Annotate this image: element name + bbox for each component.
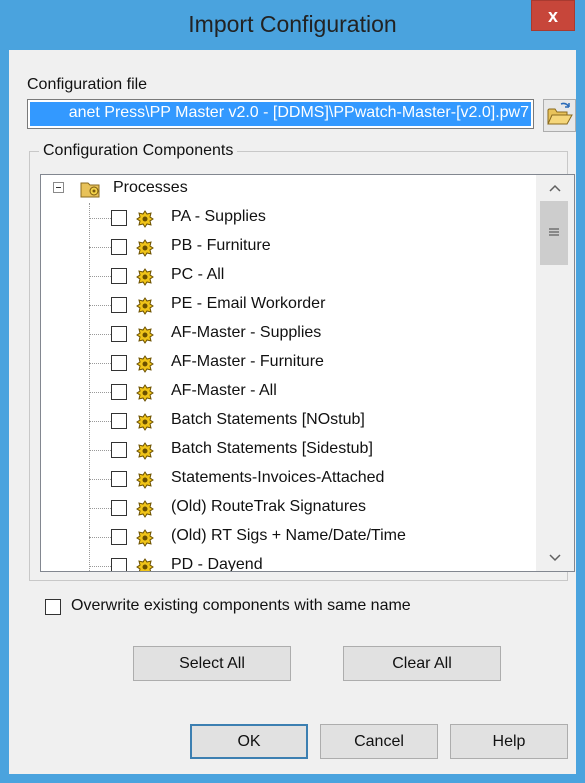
- process-gear-icon: [136, 355, 154, 373]
- scroll-thumb[interactable]: [540, 201, 568, 265]
- item-checkbox[interactable]: [111, 326, 127, 342]
- close-button[interactable]: x: [531, 0, 575, 31]
- item-label: Statements-Invoices-Attached: [171, 469, 385, 486]
- item-label: PA - Supplies: [171, 208, 266, 225]
- tree-branch-line: [89, 247, 111, 248]
- tree-branch-line: [89, 334, 111, 335]
- tree-root-label: Processes: [113, 179, 188, 196]
- tree-vertical-scrollbar[interactable]: [536, 175, 574, 571]
- item-checkbox[interactable]: [111, 384, 127, 400]
- tree-branch-line: [89, 218, 111, 219]
- item-checkbox[interactable]: [111, 442, 127, 458]
- configuration-file-label: Configuration file: [27, 76, 148, 93]
- process-gear-icon: [136, 239, 154, 257]
- item-label: PB - Furniture: [171, 237, 271, 254]
- item-checkbox[interactable]: [111, 268, 127, 284]
- tree-branch-line: [89, 566, 111, 567]
- dialog-client-area: Configuration file anet Press\PP Master …: [9, 50, 576, 774]
- process-gear-icon: [136, 442, 154, 460]
- scroll-up-button[interactable]: [536, 175, 574, 201]
- item-label: (Old) RouteTrak Signatures: [171, 498, 367, 515]
- tree-branch-line: [89, 537, 111, 538]
- item-label: PD - Dayend: [171, 556, 263, 572]
- tree-branch-line: [89, 363, 111, 364]
- collapse-toggle-icon[interactable]: [53, 182, 64, 193]
- configuration-file-value: anet Press\PP Master v2.0 - [DDMS]\PPwat…: [68, 104, 529, 121]
- process-gear-icon: [136, 384, 154, 402]
- cancel-button[interactable]: Cancel: [320, 724, 438, 759]
- tree-item[interactable]: PA - Supplies: [41, 204, 535, 233]
- select-all-button[interactable]: Select All: [133, 646, 291, 681]
- process-gear-icon: [136, 413, 154, 431]
- folder-gear-icon: [80, 182, 100, 198]
- process-gear-icon: [136, 529, 154, 547]
- tree-item[interactable]: Batch Statements [NOstub]: [41, 407, 535, 436]
- tree-branch-line: [89, 508, 111, 509]
- item-checkbox[interactable]: [111, 413, 127, 429]
- item-checkbox[interactable]: [111, 558, 127, 571]
- configuration-components-legend: Configuration Components: [39, 142, 238, 160]
- tree-item[interactable]: Statements-Invoices-Attached: [41, 465, 535, 494]
- tree-item[interactable]: (Old) RT Sigs + Name/Date/Time: [41, 523, 535, 552]
- item-checkbox[interactable]: [111, 529, 127, 545]
- clear-all-button[interactable]: Clear All: [343, 646, 501, 681]
- window-title: Import Configuration: [188, 11, 397, 37]
- tree-item[interactable]: PB - Furniture: [41, 233, 535, 262]
- item-checkbox[interactable]: [111, 297, 127, 313]
- item-label: Batch Statements [NOstub]: [171, 411, 365, 428]
- tree-branch-line: [89, 421, 111, 422]
- tree-branch-line: [89, 479, 111, 480]
- tree-branch-line: [89, 276, 111, 277]
- tree-item[interactable]: AF-Master - Furniture: [41, 349, 535, 378]
- item-checkbox[interactable]: [111, 210, 127, 226]
- import-configuration-window: Import Configuration x Configuration fil…: [0, 0, 585, 783]
- process-gear-icon: [136, 500, 154, 518]
- item-checkbox[interactable]: [111, 471, 127, 487]
- item-label: Batch Statements [Sidestub]: [171, 440, 373, 457]
- process-gear-icon: [136, 268, 154, 286]
- ok-button[interactable]: OK: [190, 724, 308, 759]
- process-gear-icon: [136, 297, 154, 315]
- tree-item[interactable]: (Old) RouteTrak Signatures: [41, 494, 535, 523]
- tree-root-processes[interactable]: Processes: [41, 175, 535, 204]
- browse-button[interactable]: [543, 99, 576, 132]
- open-folder-icon: [547, 102, 573, 125]
- item-label: AF-Master - Furniture: [171, 353, 324, 370]
- item-checkbox[interactable]: [111, 500, 127, 516]
- components-tree[interactable]: Processes PA - Supplies PB - Furniture P…: [40, 174, 575, 572]
- tree-item[interactable]: AF-Master - Supplies: [41, 320, 535, 349]
- item-label: PE - Email Workorder: [171, 295, 326, 312]
- tree-branch-line: [89, 392, 111, 393]
- tree-item[interactable]: AF-Master - All: [41, 378, 535, 407]
- process-gear-icon: [136, 326, 154, 344]
- process-gear-icon: [136, 471, 154, 489]
- tree-item[interactable]: PC - All: [41, 262, 535, 291]
- tree-item[interactable]: Batch Statements [Sidestub]: [41, 436, 535, 465]
- tree-branch-line: [89, 305, 111, 306]
- grip-icon: [549, 228, 559, 236]
- process-gear-icon: [136, 210, 154, 228]
- close-icon: x: [547, 6, 558, 26]
- overwrite-checkbox[interactable]: [45, 599, 61, 615]
- configuration-file-input[interactable]: anet Press\PP Master v2.0 - [DDMS]\PPwat…: [27, 99, 534, 129]
- overwrite-label: Overwrite existing components with same …: [71, 597, 411, 614]
- help-button[interactable]: Help: [450, 724, 568, 759]
- tree-branch-line: [89, 450, 111, 451]
- item-label: AF-Master - All: [171, 382, 277, 399]
- chevron-down-icon: [549, 554, 561, 562]
- chevron-up-icon: [549, 184, 561, 192]
- item-label: PC - All: [171, 266, 225, 283]
- item-checkbox[interactable]: [111, 355, 127, 371]
- title-bar[interactable]: Import Configuration x: [0, 0, 585, 50]
- tree-item[interactable]: PE - Email Workorder: [41, 291, 535, 320]
- tree-content: Processes PA - Supplies PB - Furniture P…: [41, 175, 535, 571]
- scroll-down-button[interactable]: [536, 545, 574, 571]
- item-checkbox[interactable]: [111, 239, 127, 255]
- process-gear-icon: [136, 558, 154, 571]
- tree-item[interactable]: PD - Dayend: [41, 552, 535, 572]
- item-label: (Old) RT Sigs + Name/Date/Time: [171, 527, 406, 544]
- item-label: AF-Master - Supplies: [171, 324, 322, 341]
